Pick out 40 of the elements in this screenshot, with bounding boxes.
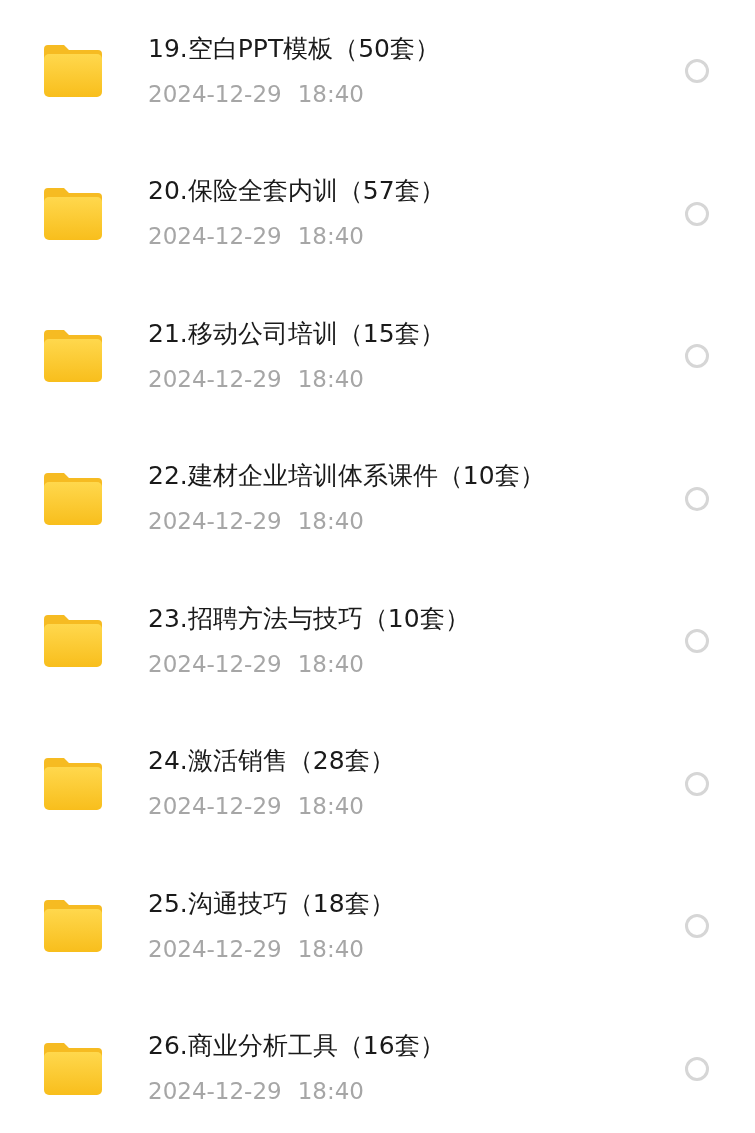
modified-time: 18:40 bbox=[297, 79, 364, 109]
folder-name[interactable]: 19.空白PPT模板（50套） bbox=[148, 31, 685, 66]
folder-name[interactable]: 25.沟通技巧（18套） bbox=[148, 886, 685, 921]
folder-icon bbox=[44, 757, 102, 810]
folder-icon bbox=[44, 45, 102, 98]
folder-icon bbox=[44, 187, 102, 240]
select-radio[interactable] bbox=[685, 629, 709, 654]
modified-time: 18:40 bbox=[297, 1077, 364, 1107]
modified-date: 2024-12-29 bbox=[148, 649, 282, 679]
modified-date: 2024-12-29 bbox=[148, 364, 282, 394]
select-radio[interactable] bbox=[685, 59, 709, 84]
select-radio[interactable] bbox=[685, 486, 709, 511]
modified-time: 18:40 bbox=[297, 792, 364, 822]
select-radio[interactable] bbox=[685, 344, 709, 369]
modified-time: 18:40 bbox=[297, 222, 364, 252]
folder-name[interactable]: 20.保险全套内训（57套） bbox=[148, 174, 685, 209]
folder-icon bbox=[44, 472, 102, 525]
select-radio[interactable] bbox=[685, 1056, 709, 1081]
modified-date: 2024-12-29 bbox=[148, 79, 282, 109]
modified-date: 2024-12-29 bbox=[148, 934, 282, 964]
modified-date: 2024-12-29 bbox=[148, 792, 282, 822]
folder-icon bbox=[44, 900, 102, 953]
folder-name[interactable]: 24.激活销售（28套） bbox=[148, 744, 685, 779]
select-radio[interactable] bbox=[685, 771, 709, 796]
folder-name[interactable]: 22.建材企业培训体系课件（10套） bbox=[148, 459, 685, 494]
modified-time: 18:40 bbox=[297, 934, 364, 964]
modified-date: 2024-12-29 bbox=[148, 222, 282, 252]
folder-icon bbox=[44, 615, 102, 668]
select-radio[interactable] bbox=[685, 914, 709, 939]
modified-time: 18:40 bbox=[297, 507, 364, 537]
select-radio[interactable] bbox=[685, 201, 709, 226]
folder-icon bbox=[44, 330, 102, 383]
folder-name[interactable]: 23.招聘方法与技巧（10套） bbox=[148, 601, 685, 636]
folder-name[interactable]: 21.移动公司培训（15套） bbox=[148, 316, 685, 351]
modified-time: 18:40 bbox=[297, 649, 364, 679]
folder-icon bbox=[44, 1042, 102, 1095]
modified-date: 2024-12-29 bbox=[148, 1077, 282, 1107]
modified-date: 2024-12-29 bbox=[148, 507, 282, 537]
folder-name[interactable]: 26.商业分析工具（16套） bbox=[148, 1029, 685, 1064]
modified-time: 18:40 bbox=[297, 364, 364, 394]
